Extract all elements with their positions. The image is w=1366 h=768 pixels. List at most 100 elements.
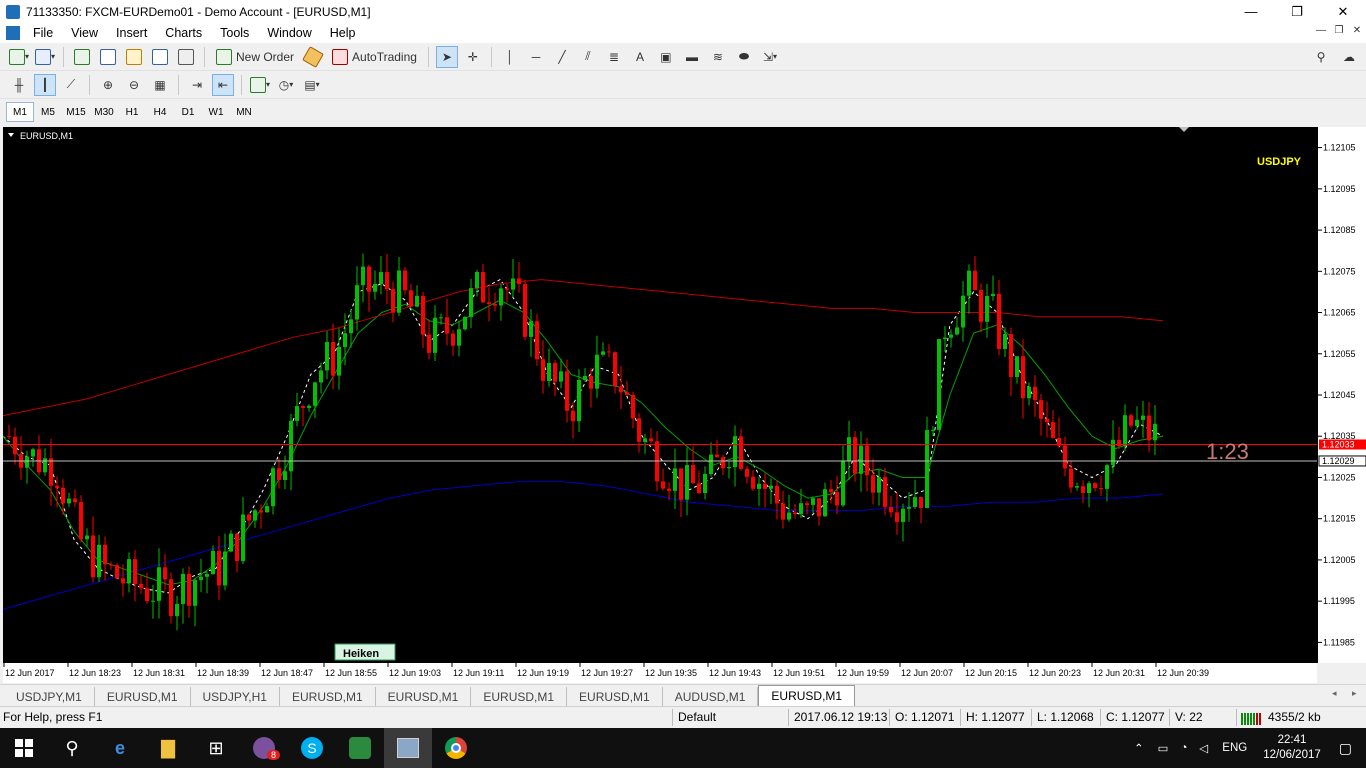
- tile-windows-icon[interactable]: ▦: [149, 74, 171, 96]
- menu-charts[interactable]: Charts: [156, 26, 211, 40]
- candle-body: [583, 376, 587, 380]
- candle-body: [61, 487, 65, 504]
- timeframe-d1[interactable]: D1: [174, 102, 202, 122]
- menu-tools[interactable]: Tools: [211, 26, 258, 40]
- language-indicator[interactable]: ENG: [1222, 742, 1247, 754]
- zoom-in-icon[interactable]: ⊕: [97, 74, 119, 96]
- mdi-minimize-button[interactable]: —: [1312, 25, 1330, 36]
- heiken-button[interactable]: Heiken: [343, 648, 379, 660]
- text-tool[interactable]: A: [629, 46, 651, 68]
- chart-window-icon[interactable]: [6, 26, 20, 40]
- candle-body: [349, 319, 353, 334]
- timeframe-mn[interactable]: MN: [230, 102, 258, 122]
- timeframe-m30[interactable]: M30: [90, 102, 118, 122]
- candle-body: [181, 573, 185, 604]
- store-icon[interactable]: ⊞: [192, 728, 240, 768]
- menu-window[interactable]: Window: [258, 26, 320, 40]
- viber-icon[interactable]: 8: [240, 728, 288, 768]
- search-icon[interactable]: ⚲: [48, 728, 96, 768]
- show-hidden-icons[interactable]: ⌃: [1134, 741, 1144, 755]
- chart-tab[interactable]: EURUSD,M1: [567, 687, 663, 706]
- menu-file[interactable]: File: [24, 26, 62, 40]
- tab-scroll-left-icon[interactable]: ◂: [1332, 688, 1337, 699]
- file-explorer-icon[interactable]: ▇: [144, 728, 192, 768]
- new-order-button[interactable]: New Order: [212, 46, 298, 68]
- restore-button[interactable]: ❐: [1274, 0, 1320, 23]
- minimize-button[interactable]: —: [1228, 0, 1274, 23]
- menu-view[interactable]: View: [62, 26, 107, 40]
- indicators-icon[interactable]: ▾: [249, 74, 271, 96]
- candle-body: [901, 508, 905, 522]
- trendline-tool[interactable]: ╱: [551, 46, 573, 68]
- auto-scroll-icon[interactable]: ⇥: [186, 74, 208, 96]
- zoom-out-icon[interactable]: ⊖: [123, 74, 145, 96]
- candle-body: [463, 316, 467, 330]
- search-icon[interactable]: ⚲: [1310, 46, 1332, 68]
- metatrader-taskbar-icon[interactable]: [384, 728, 432, 768]
- timeframe-w1[interactable]: W1: [202, 102, 230, 122]
- chart-tab[interactable]: EURUSD,M1: [376, 687, 472, 706]
- chart-shift-icon[interactable]: ⇤: [212, 73, 234, 96]
- autotrading-button[interactable]: AutoTrading: [328, 46, 421, 68]
- candle-body: [205, 574, 209, 577]
- crosshair-tool[interactable]: ✛: [462, 46, 484, 68]
- volume-icon[interactable]: ◁: [1199, 741, 1208, 755]
- bar-chart-icon[interactable]: ╫: [8, 74, 30, 96]
- candle-body: [763, 483, 767, 489]
- rectangle-tool[interactable]: ▬: [681, 46, 703, 68]
- timeframe-h1[interactable]: H1: [118, 102, 146, 122]
- metaeditor-icon[interactable]: [302, 45, 324, 68]
- equidistant-channel-tool[interactable]: ⫽: [577, 46, 599, 68]
- data-window-icon[interactable]: [97, 46, 119, 68]
- notifications-icon[interactable]: ▢: [1339, 740, 1352, 757]
- chat-icon[interactable]: ☁: [1338, 46, 1360, 68]
- fibonacci-tool[interactable]: ≣: [603, 46, 625, 68]
- timeframe-m1[interactable]: M1: [6, 102, 34, 122]
- fibo-fan-tool[interactable]: ≋: [707, 46, 729, 68]
- ellipse-tool[interactable]: ⬬: [733, 46, 755, 68]
- battery-icon[interactable]: ▭: [1158, 741, 1169, 755]
- horizontal-line-tool[interactable]: ─: [525, 46, 547, 68]
- candle-body: [337, 347, 341, 376]
- skype-icon[interactable]: S: [288, 728, 336, 768]
- timeframe-m5[interactable]: M5: [34, 102, 62, 122]
- chart-tab[interactable]: EURUSD,M1: [758, 685, 856, 706]
- chart-area[interactable]: EURUSD,M1 USDJPY 1:23 Heiken: [2, 127, 1317, 663]
- new-chart-button[interactable]: ▾: [8, 46, 30, 68]
- close-button[interactable]: ✕: [1320, 0, 1366, 23]
- navigator-icon[interactable]: [123, 46, 145, 68]
- cursor-tool[interactable]: ➤: [435, 45, 458, 68]
- chart-tab[interactable]: EURUSD,M1: [280, 687, 376, 706]
- text-label-tool[interactable]: ▣: [655, 46, 677, 68]
- app-green-icon[interactable]: [336, 728, 384, 768]
- chart-tab[interactable]: EURUSD,M1: [95, 687, 191, 706]
- candlestick-icon[interactable]: ┃: [34, 73, 56, 96]
- price-scale[interactable]: 1.12105 1.12095 1.12085 1.12075 1.12065 1.120…: [1317, 127, 1366, 663]
- profiles-button[interactable]: ▾: [34, 46, 56, 68]
- mdi-close-button[interactable]: ✕: [1348, 25, 1366, 36]
- periods-icon[interactable]: ◷ ▾: [275, 74, 297, 96]
- chart-tab[interactable]: AUDUSD,M1: [663, 687, 759, 706]
- chart-tab[interactable]: USDJPY,M1: [4, 687, 95, 706]
- candle-body: [565, 371, 569, 411]
- menu-insert[interactable]: Insert: [107, 26, 156, 40]
- terminal-icon[interactable]: [149, 46, 171, 68]
- mdi-restore-button[interactable]: ❐: [1330, 25, 1348, 36]
- timeframe-h4[interactable]: H4: [146, 102, 174, 122]
- templates-icon[interactable]: ▤ ▾: [301, 74, 323, 96]
- tab-scroll-right-icon[interactable]: ▸: [1352, 688, 1357, 699]
- market-watch-icon[interactable]: [71, 46, 93, 68]
- chrome-icon[interactable]: [432, 728, 480, 768]
- chart-tab[interactable]: EURUSD,M1: [471, 687, 568, 706]
- edge-icon[interactable]: e: [96, 728, 144, 768]
- clock[interactable]: 22:41 12/06/2017: [1263, 733, 1321, 763]
- vertical-line-tool[interactable]: │: [499, 46, 521, 68]
- strategy-tester-icon[interactable]: [175, 46, 197, 68]
- menu-help[interactable]: Help: [321, 26, 365, 40]
- wifi-icon[interactable]: ◔: [1180, 742, 1187, 754]
- arrows-tool[interactable]: ⇲ ▾: [759, 46, 781, 68]
- start-button[interactable]: [0, 728, 48, 768]
- chart-tab[interactable]: USDJPY,H1: [191, 687, 280, 706]
- timeframe-m15[interactable]: M15: [62, 102, 90, 122]
- line-chart-icon[interactable]: ⟋: [60, 74, 82, 96]
